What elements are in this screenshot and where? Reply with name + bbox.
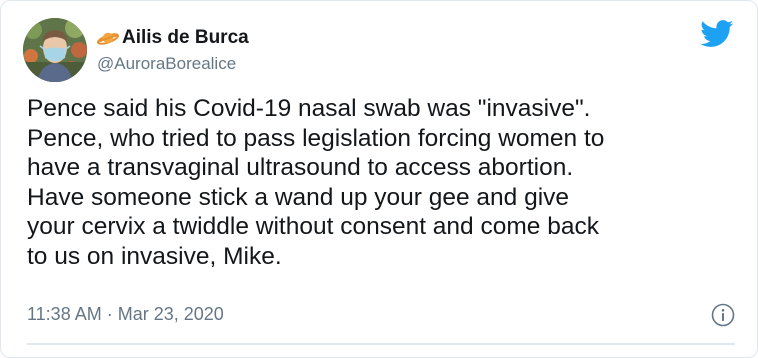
tweet-text: Pence said his Covid-19 nasal swab was "…	[27, 94, 739, 271]
tweet-text-line: your cervix a twiddle without consent an…	[27, 213, 599, 240]
tweet-timestamp[interactable]: 11:38 AM · Mar 23, 2020	[27, 304, 224, 325]
author-handle[interactable]: @AuroraBorealice	[97, 54, 236, 74]
ringed-planet-icon	[97, 32, 119, 45]
author-display-name[interactable]: Ailis de Burca	[122, 27, 249, 49]
divider	[27, 343, 735, 345]
tweet-text-line: have a transvaginal ultrasound to access…	[27, 154, 574, 181]
tweet-text-line: Have someone stick a wand up your gee an…	[27, 183, 570, 211]
avatar[interactable]	[23, 18, 87, 82]
info-icon[interactable]	[711, 303, 735, 327]
twitter-bird-icon[interactable]	[700, 20, 734, 48]
tweet-text-line: Pence, who tried to pass legislation for…	[27, 124, 605, 152]
avatar-image	[23, 18, 87, 82]
author-name-row[interactable]: Ailis de Burca	[97, 25, 249, 51]
tweet-card: Ailis de Burca @AuroraBorealice Pence sa…	[0, 0, 758, 358]
tweet-text-line: Pence said his Covid-19 nasal swab was "…	[27, 95, 591, 122]
tweet-text-line: to us on invasive, Mike.	[27, 242, 282, 270]
